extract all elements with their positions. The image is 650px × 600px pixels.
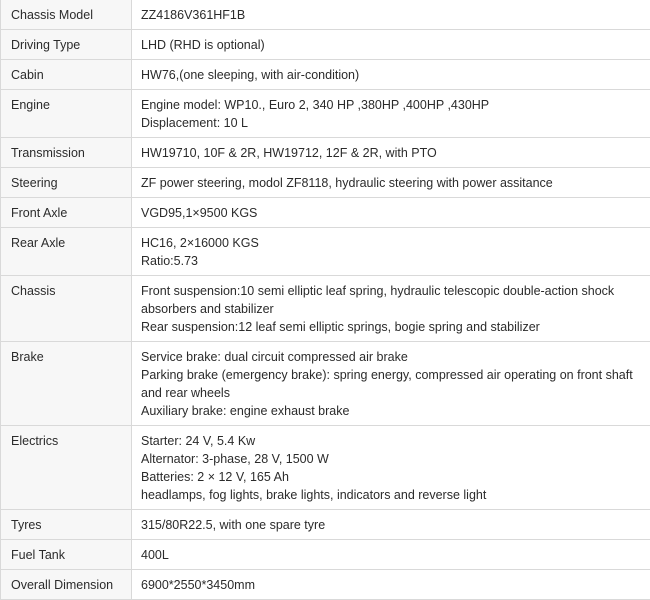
spec-value-line: ZF power steering, modol ZF8118, hydraul… — [141, 174, 642, 192]
spec-value-line: headlamps, fog lights, brake lights, ind… — [141, 486, 642, 504]
spec-label: Brake — [1, 342, 132, 426]
spec-value-line: Rear suspension:12 leaf semi elliptic sp… — [141, 318, 642, 336]
spec-row: Transmission HW19710, 10F & 2R, HW19712, … — [1, 138, 650, 168]
spec-value: 6900*2550*3450mm — [132, 570, 650, 600]
spec-label: Rear Axle — [1, 228, 132, 276]
spec-value: HW76,(one sleeping, with air-condition) — [132, 60, 650, 90]
spec-value: LHD (RHD is optional) — [132, 30, 650, 60]
spec-value-line: Parking brake (emergency brake): spring … — [141, 366, 642, 402]
spec-label: Fuel Tank — [1, 540, 132, 570]
spec-row: ElectricsStarter: 24 V, 5.4 KwAlternator… — [1, 426, 650, 510]
spec-label: Transmission — [1, 138, 132, 168]
spec-value: HC16, 2×16000 KGSRatio:5.73 — [132, 228, 650, 276]
spec-value-line: 315/80R22.5, with one spare tyre — [141, 516, 642, 534]
spec-row: Engine Engine model: WP10., Euro 2, 340 H… — [1, 90, 650, 138]
spec-value-line: Ratio:5.73 — [141, 252, 642, 270]
spec-value: Starter: 24 V, 5.4 KwAlternator: 3-phase… — [132, 426, 650, 510]
spec-row: Tyres 315/80R22.5, with one spare tyre — [1, 510, 650, 540]
spec-label: Driving Type — [1, 30, 132, 60]
spec-label: Tyres — [1, 510, 132, 540]
spec-value: Engine model: WP10., Euro 2, 340 HP ,380… — [132, 90, 650, 138]
spec-value: VGD95,1×9500 KGS — [132, 198, 650, 228]
spec-value-line: HW19710, 10F & 2R, HW19712, 12F & 2R, wi… — [141, 144, 642, 162]
spec-label: Engine — [1, 90, 132, 138]
spec-value-line: Front suspension:10 semi elliptic leaf s… — [141, 282, 642, 318]
spec-value-line: HW76,(one sleeping, with air-condition) — [141, 66, 642, 84]
spec-row: Steering ZF power steering, modol ZF8118,… — [1, 168, 650, 198]
spec-value: Service brake: dual circuit compressed a… — [132, 342, 650, 426]
spec-row: Rear AxleHC16, 2×16000 KGSRatio:5.73 — [1, 228, 650, 276]
spec-value-line: Batteries: 2 × 12 V, 165 Ah — [141, 468, 642, 486]
spec-value-line: LHD (RHD is optional) — [141, 36, 642, 54]
spec-row: Brake Service brake: dual circuit compres… — [1, 342, 650, 426]
spec-value-line: HC16, 2×16000 KGS — [141, 234, 642, 252]
spec-value: HW19710, 10F & 2R, HW19712, 12F & 2R, wi… — [132, 138, 650, 168]
spec-value-line: Starter: 24 V, 5.4 Kw — [141, 432, 642, 450]
spec-label: Front Axle — [1, 198, 132, 228]
spec-value: 315/80R22.5, with one spare tyre — [132, 510, 650, 540]
spec-value-line: Displacement: 10 L — [141, 114, 642, 132]
spec-value-line: Auxiliary brake: engine exhaust brake — [141, 402, 642, 420]
spec-label: Cabin — [1, 60, 132, 90]
spec-label: Steering — [1, 168, 132, 198]
spec-value-line: Alternator: 3-phase, 28 V, 1500 W — [141, 450, 642, 468]
spec-value: ZF power steering, modol ZF8118, hydraul… — [132, 168, 650, 198]
spec-row: Driving Type LHD (RHD is optional) — [1, 30, 650, 60]
spec-label: Chassis Model — [1, 0, 132, 30]
spec-value-line: Service brake: dual circuit compressed a… — [141, 348, 642, 366]
spec-table: Chassis Model ZZ4186V361HF1B Driving Type L… — [0, 0, 650, 600]
spec-value-line: VGD95,1×9500 KGS — [141, 204, 642, 222]
spec-row: Fuel Tank 400L — [1, 540, 650, 570]
spec-value-line: 6900*2550*3450mm — [141, 576, 642, 594]
spec-row: ChassisFront suspension:10 semi elliptic… — [1, 276, 650, 342]
spec-label: Electrics — [1, 426, 132, 510]
spec-row: Chassis Model ZZ4186V361HF1B — [1, 0, 650, 30]
spec-label: Overall Dimension — [1, 570, 132, 600]
spec-value-line: 400L — [141, 546, 642, 564]
spec-value: ZZ4186V361HF1B — [132, 0, 650, 30]
spec-value-line: Engine model: WP10., Euro 2, 340 HP ,380… — [141, 96, 642, 114]
spec-value-line: ZZ4186V361HF1B — [141, 6, 642, 24]
spec-value: Front suspension:10 semi elliptic leaf s… — [132, 276, 650, 342]
spec-table-body: Chassis Model ZZ4186V361HF1B Driving Type L… — [1, 0, 650, 600]
spec-row: Overall Dimension 6900*2550*3450mm — [1, 570, 650, 600]
spec-value: 400L — [132, 540, 650, 570]
spec-row: Cabin HW76,(one sleeping, with air-condit… — [1, 60, 650, 90]
spec-row: Front Axle VGD95,1×9500 KGS — [1, 198, 650, 228]
spec-label: Chassis — [1, 276, 132, 342]
